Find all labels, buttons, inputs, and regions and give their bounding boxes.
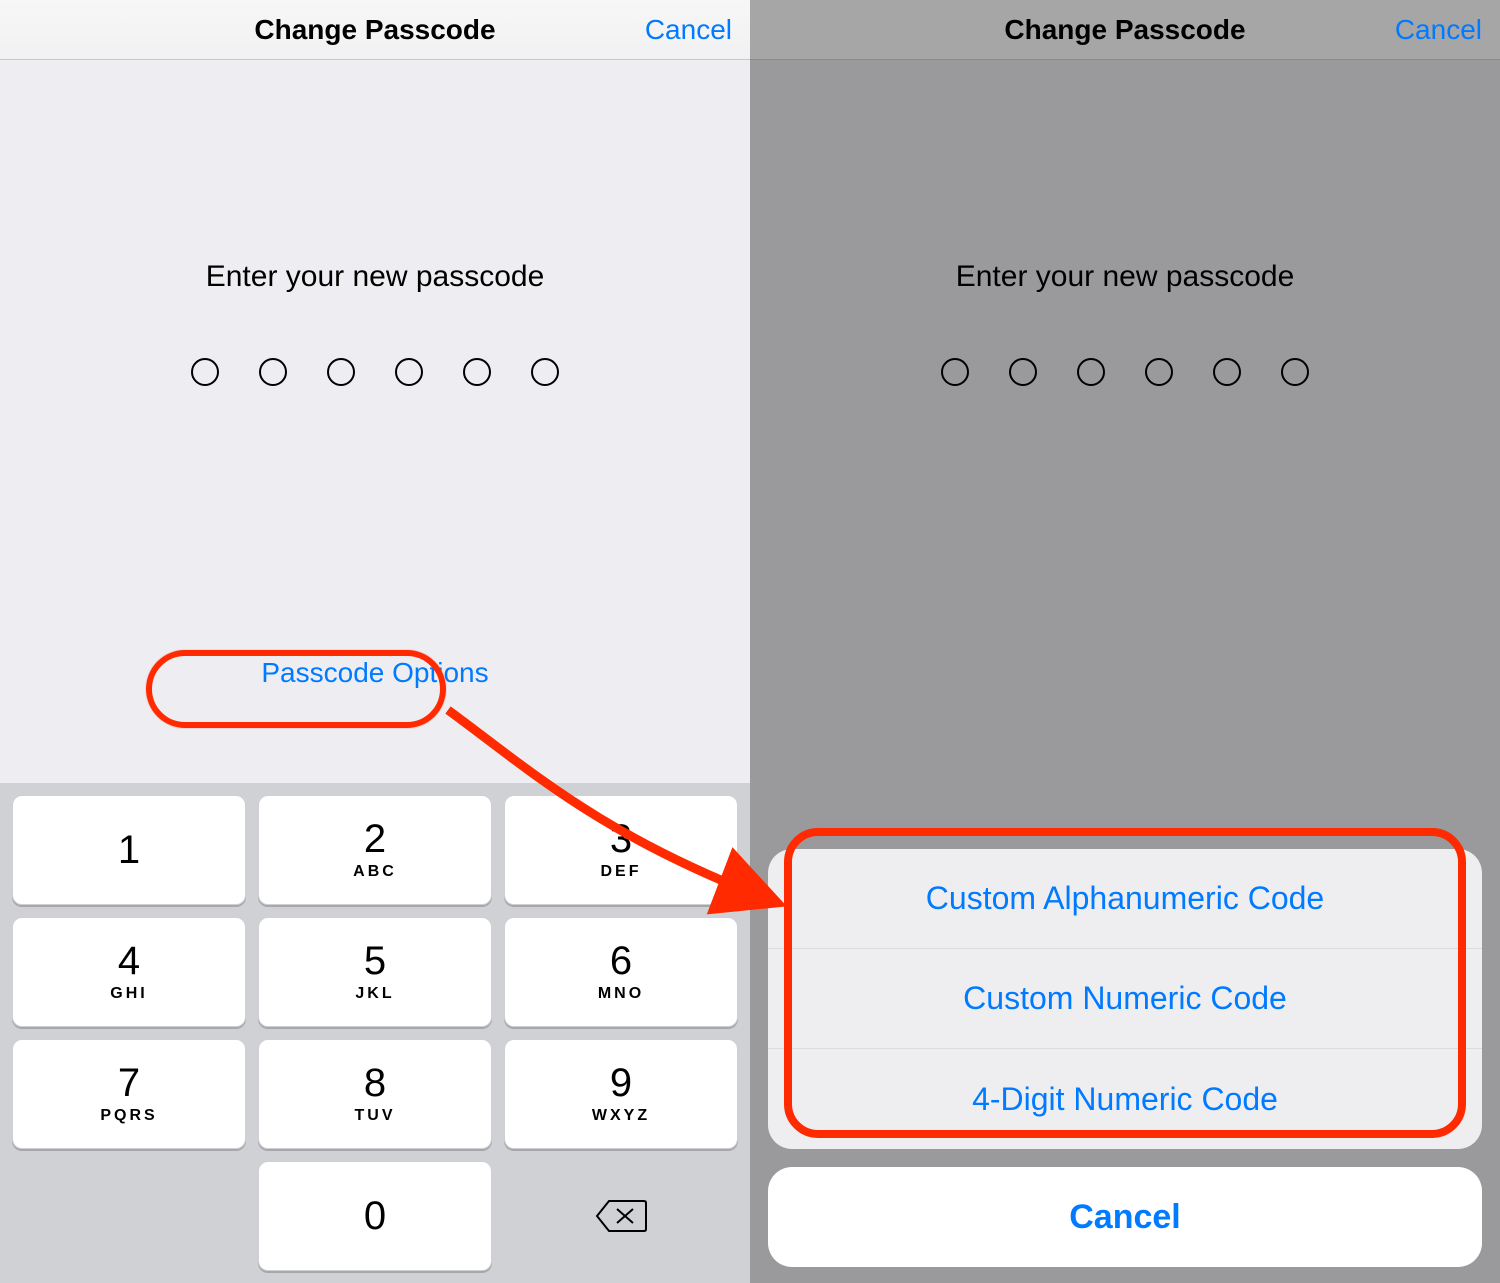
number-keypad: 1 2 ABC 3 DEF 4 GHI 5 JKL 6 MNO — [0, 783, 750, 1283]
option-4digit-numeric[interactable]: 4-Digit Numeric Code — [768, 1049, 1482, 1149]
keypad-blank — [12, 1161, 246, 1271]
keypad-delete-button[interactable] — [504, 1161, 738, 1271]
keypad-letters: PQRS — [100, 1107, 157, 1125]
passcode-dot — [1213, 358, 1241, 386]
keypad-digit: 8 — [364, 1063, 386, 1103]
cancel-button[interactable]: Cancel — [645, 0, 732, 60]
keypad-letters: WXYZ — [592, 1107, 650, 1125]
backspace-icon — [595, 1198, 647, 1234]
keypad-letters: TUV — [355, 1107, 396, 1125]
prompt-text: Enter your new passcode — [206, 260, 545, 294]
passcode-dot — [395, 358, 423, 386]
passcode-dot — [941, 358, 969, 386]
passcode-dots — [191, 358, 559, 386]
passcode-dot — [531, 358, 559, 386]
cancel-button[interactable]: Cancel — [1395, 0, 1482, 60]
option-custom-numeric[interactable]: Custom Numeric Code — [768, 949, 1482, 1049]
keypad-key-5[interactable]: 5 JKL — [258, 917, 492, 1027]
keypad-letters: DEF — [601, 863, 642, 881]
passcode-dot — [1077, 358, 1105, 386]
passcode-options-link[interactable]: Passcode Options — [0, 657, 750, 689]
keypad-letters: GHI — [110, 985, 147, 1003]
page-title: Change Passcode — [254, 14, 495, 46]
keypad-key-7[interactable]: 7 PQRS — [12, 1039, 246, 1149]
passcode-dot — [1009, 358, 1037, 386]
passcode-dot — [1281, 358, 1309, 386]
keypad-digit: 9 — [610, 1063, 632, 1103]
keypad-key-8[interactable]: 8 TUV — [258, 1039, 492, 1149]
keypad-digit: 5 — [364, 941, 386, 981]
option-custom-alphanumeric[interactable]: Custom Alphanumeric Code — [768, 849, 1482, 949]
navbar: Change Passcode Cancel — [0, 0, 750, 60]
keypad-key-2[interactable]: 2 ABC — [258, 795, 492, 905]
action-sheet-cancel-button[interactable]: Cancel — [768, 1167, 1482, 1267]
keypad-digit: 2 — [364, 819, 386, 859]
panel-after: Change Passcode Cancel Enter your new pa… — [750, 0, 1500, 1283]
keypad-key-6[interactable]: 6 MNO — [504, 917, 738, 1027]
keypad-key-9[interactable]: 9 WXYZ — [504, 1039, 738, 1149]
keypad-key-4[interactable]: 4 GHI — [12, 917, 246, 1027]
action-sheet-group: Custom Alphanumeric Code Custom Numeric … — [768, 849, 1482, 1149]
panel-before: Change Passcode Cancel Enter your new pa… — [0, 0, 750, 1283]
keypad-letters: ABC — [353, 863, 397, 881]
passcode-dots — [941, 358, 1309, 386]
keypad-key-1[interactable]: 1 — [12, 795, 246, 905]
keypad-digit: 0 — [364, 1196, 386, 1236]
action-sheet: Custom Alphanumeric Code Custom Numeric … — [768, 849, 1482, 1267]
keypad-digit: 7 — [118, 1063, 140, 1103]
keypad-letters: MNO — [598, 985, 644, 1003]
prompt-text: Enter your new passcode — [956, 260, 1295, 294]
keypad-digit: 4 — [118, 941, 140, 981]
keypad-key-3[interactable]: 3 DEF — [504, 795, 738, 905]
passcode-dot — [327, 358, 355, 386]
page-title: Change Passcode — [1004, 14, 1245, 46]
passcode-dot — [1145, 358, 1173, 386]
content-area: Enter your new passcode Custom Alphanume… — [750, 60, 1500, 1283]
keypad-digit: 3 — [610, 819, 632, 859]
passcode-dot — [463, 358, 491, 386]
passcode-dot — [259, 358, 287, 386]
keypad-digit: 1 — [118, 830, 140, 870]
keypad-digit: 6 — [610, 941, 632, 981]
navbar: Change Passcode Cancel — [750, 0, 1500, 60]
keypad-key-0[interactable]: 0 — [258, 1161, 492, 1271]
keypad-letters: JKL — [355, 985, 394, 1003]
content-area: Enter your new passcode Passcode Options… — [0, 60, 750, 1283]
passcode-dot — [191, 358, 219, 386]
